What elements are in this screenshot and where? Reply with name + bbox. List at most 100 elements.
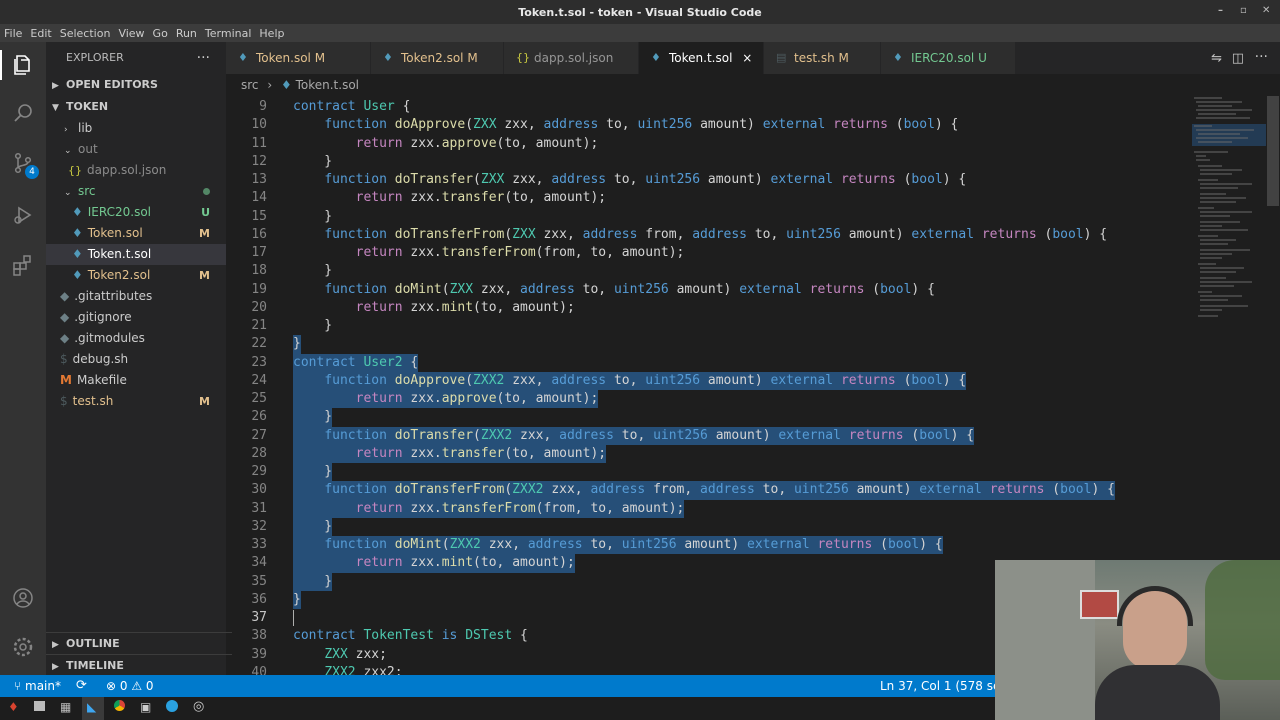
tree-item-gitignore[interactable]: ◆ .gitignore	[46, 307, 226, 328]
tree-item-gitattributes[interactable]: ◆ .gitattributes	[46, 286, 226, 307]
minimize-icon[interactable]: –	[1218, 5, 1223, 16]
more-actions-icon[interactable]: ···	[197, 42, 210, 74]
code-line[interactable]: 20 return zxx.mint(to, amount);	[226, 299, 1192, 317]
code-text: function doTransfer(ZXX zxx, address to,…	[324, 172, 967, 187]
code-line[interactable]: 32 }	[226, 517, 1192, 537]
extensions-icon[interactable]	[10, 252, 36, 278]
code-line[interactable]: 22}	[226, 335, 1192, 354]
tree-item-test-sh[interactable]: $ test.sh M	[46, 391, 226, 412]
menu-run[interactable]: Run	[172, 27, 201, 40]
code-line[interactable]: 29 }	[226, 463, 1192, 482]
obs-icon[interactable]: ◎	[193, 699, 204, 714]
modified-dot-icon	[203, 188, 210, 195]
close-tab-icon[interactable]: ×	[742, 51, 752, 65]
menu-edit[interactable]: Edit	[26, 27, 55, 40]
code-line[interactable]: 10 function doApprove(ZXX zxx, address t…	[226, 116, 1192, 134]
menu-terminal[interactable]: Terminal	[201, 27, 256, 40]
tree-item-token2-sol[interactable]: ♦ Token2.sol M	[46, 265, 226, 286]
split-editor-icon[interactable]: ◫	[1232, 51, 1244, 66]
chrome-icon[interactable]	[114, 700, 125, 711]
code-line[interactable]: 11 return zxx.approve(to, amount);	[226, 135, 1192, 153]
line-number: 38	[251, 628, 267, 644]
code-text: function doMint(ZXX2 zxx, address to, ui…	[293, 536, 943, 555]
line-number: 18	[251, 263, 267, 279]
problems-indicator[interactable]: ⊗ 0 ⚠ 0	[106, 675, 154, 697]
menu-view[interactable]: View	[114, 27, 148, 40]
tree-item-ierc20[interactable]: ♦ IERC20.sol U	[46, 202, 226, 223]
code-text: ZXX2 zxx2;	[324, 664, 403, 675]
close-window-icon[interactable]: ✕	[1262, 5, 1270, 16]
tree-item-makefile[interactable]: M Makefile	[46, 370, 226, 391]
tab-token2-sol[interactable]: ♦ Token2.sol M	[371, 42, 504, 74]
more-actions-icon[interactable]: ···	[1255, 49, 1268, 65]
code-line[interactable]: 13 function doTransfer(ZXX zxx, address …	[226, 171, 1192, 189]
scrollbar-thumb[interactable]	[1267, 96, 1279, 206]
code-line[interactable]: 23 contract User2 {	[226, 353, 1192, 372]
code-line[interactable]: 16 function doTransferFrom(ZXX zxx, addr…	[226, 226, 1192, 244]
folder-section[interactable]: ▼ TOKEN	[46, 96, 226, 118]
tab-token-t-sol[interactable]: ♦ Token.t.sol ×	[639, 42, 764, 74]
tree-item-label: .gitmodules	[74, 331, 145, 345]
vscode-taskbar-icon[interactable]: ◣	[82, 697, 104, 720]
maximize-icon[interactable]: ▫	[1240, 5, 1247, 16]
code-line[interactable]: 24 function doApprove(ZXX2 zxx, address …	[226, 371, 1192, 391]
tree-item-out[interactable]: ⌄ out	[46, 139, 226, 160]
code-line[interactable]: 30 function doTransferFrom(ZXX2 zxx, add…	[226, 481, 1192, 500]
code-line[interactable]: 18 }	[226, 262, 1192, 280]
code-line[interactable]: 27 function doTransfer(ZXX2 zxx, address…	[226, 426, 1192, 445]
settings-gear-icon[interactable]	[10, 634, 36, 660]
compare-changes-icon[interactable]: ⇋	[1211, 51, 1222, 66]
breadcrumb-file[interactable]: Token.t.sol	[296, 78, 359, 92]
tab-dapp-json[interactable]: {} dapp.sol.json	[504, 42, 639, 74]
menu-file[interactable]: File	[0, 27, 26, 40]
code-text: }	[293, 517, 333, 537]
code-line[interactable]: 17 return zxx.transferFrom(from, to, amo…	[226, 244, 1192, 262]
desktop-icon[interactable]	[34, 701, 45, 711]
system-menu-icon[interactable]: ♦	[8, 700, 19, 714]
timeline-section[interactable]: ▶ TIMELINE	[46, 654, 232, 677]
webcam-overlay	[995, 560, 1280, 720]
code-text	[293, 609, 294, 627]
source-control-icon[interactable]: 4	[10, 150, 39, 179]
tree-item-token-sol[interactable]: ♦ Token.sol M	[46, 223, 226, 244]
code-line[interactable]: 19 function doMint(ZXX zxx, address to, …	[226, 281, 1192, 299]
tree-item-lib[interactable]: › lib	[46, 118, 226, 139]
sync-icon[interactable]: ⟳	[76, 675, 87, 697]
tree-item-gitmodules[interactable]: ◆ .gitmodules	[46, 328, 226, 349]
modified-badge: M	[199, 269, 210, 282]
search-icon[interactable]	[10, 100, 36, 126]
code-line[interactable]: 28 return zxx.transfer(to, amount);	[226, 444, 1192, 464]
tree-item-dapp-json[interactable]: {} dapp.sol.json	[46, 160, 226, 181]
minimap[interactable]	[1192, 96, 1266, 326]
terminal-icon[interactable]: ▣	[140, 700, 151, 714]
code-line[interactable]: 21 }	[226, 317, 1192, 335]
menu-go[interactable]: Go	[149, 27, 172, 40]
code-line[interactable]: 14 return zxx.transfer(to, amount);	[226, 189, 1192, 207]
account-icon[interactable]	[10, 585, 36, 611]
code-line[interactable]: 12 }	[226, 153, 1192, 171]
breadcrumb-folder[interactable]: src	[241, 78, 259, 92]
branch-indicator[interactable]: ⑂ main*	[14, 675, 61, 697]
code-line[interactable]: 9 contract User {	[226, 98, 1192, 116]
messenger-icon[interactable]	[166, 700, 178, 712]
code-line[interactable]: 26 }	[226, 408, 1192, 427]
tab-ierc20[interactable]: ♦ IERC20.sol U	[881, 42, 1016, 74]
menu-help[interactable]: Help	[255, 27, 288, 40]
tree-item-debug-sh[interactable]: $ debug.sh	[46, 349, 226, 370]
tab-token-sol[interactable]: ♦ Token.sol M	[226, 42, 371, 74]
files-icon[interactable]: ▦	[60, 700, 71, 714]
run-debug-icon[interactable]	[10, 202, 36, 228]
tree-item-src[interactable]: ⌄ src	[46, 181, 226, 202]
tab-test-sh[interactable]: ▤ test.sh M	[764, 42, 881, 74]
tree-item-token-t-sol[interactable]: ♦ Token.t.sol	[46, 244, 226, 265]
open-editors-section[interactable]: ▶ OPEN EDITORS	[46, 74, 226, 96]
code-line[interactable]: 15 }	[226, 208, 1192, 226]
outline-section[interactable]: ▶ OUTLINE	[46, 632, 232, 655]
code-line[interactable]: 33 function doMint(ZXX2 zxx, address to,…	[226, 536, 1192, 555]
code-line[interactable]: 31 return zxx.transferFrom(from, to, amo…	[226, 499, 1192, 518]
code-line[interactable]: 25 return zxx.approve(to, amount);	[226, 390, 1192, 409]
menu-selection[interactable]: Selection	[56, 27, 115, 40]
code-text: return zxx.mint(to, amount);	[293, 554, 575, 573]
warning-count: 0	[145, 679, 154, 693]
explorer-icon[interactable]	[10, 52, 36, 78]
